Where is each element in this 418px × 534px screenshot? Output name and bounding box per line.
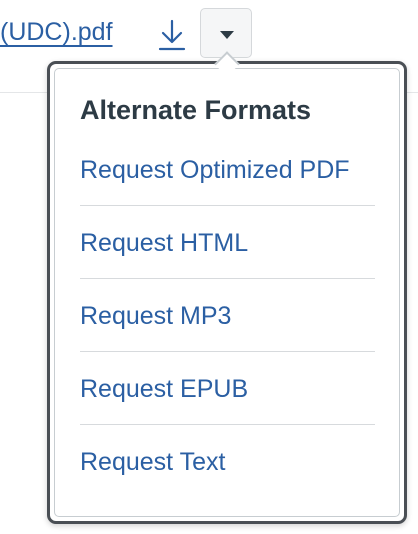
menu-item-label[interactable]: Request MP3 <box>80 299 231 333</box>
menu-item-label[interactable]: Request EPUB <box>80 372 248 406</box>
menu-item-request-text[interactable]: Request Text <box>80 425 375 498</box>
menu-item-request-optimized-pdf[interactable]: Request Optimized PDF <box>80 133 375 206</box>
menu-item-request-mp3[interactable]: Request MP3 <box>80 279 375 352</box>
menu-item-label[interactable]: Request Optimized PDF <box>80 153 350 187</box>
menu-item-request-html[interactable]: Request HTML <box>80 206 375 279</box>
caret-down-icon <box>220 31 234 39</box>
menu-item-label[interactable]: Request HTML <box>80 226 248 260</box>
menu-item-request-epub[interactable]: Request EPUB <box>80 352 375 425</box>
alternate-formats-menu: Request Optimized PDF Request HTML Reque… <box>80 133 375 498</box>
file-download-link[interactable]: (UDC).pdf <box>0 14 113 50</box>
download-arrow-icon[interactable] <box>156 18 188 52</box>
popover-title: Alternate Formats <box>80 95 312 125</box>
page: (UDC).pdf Alternate Formats Request Opti… <box>0 0 418 534</box>
menu-item-label[interactable]: Request Text <box>80 445 225 479</box>
